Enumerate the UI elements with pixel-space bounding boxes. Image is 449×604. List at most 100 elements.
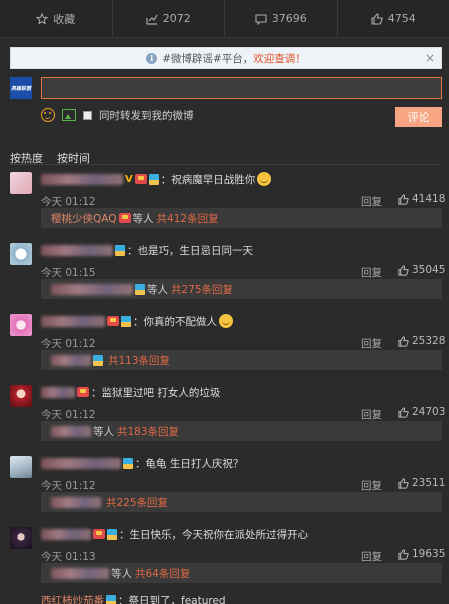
reply-button[interactable]: 回复 (361, 549, 382, 564)
reply-button[interactable]: 回复 (361, 265, 382, 280)
smile-emoji-icon (219, 314, 233, 328)
list-item: ：你真的不配做人 今天 01:12 回复 25328 共113条回复 (0, 308, 449, 375)
comment-like-button[interactable]: 25328 (398, 335, 445, 347)
thumbs-up-icon (398, 548, 409, 560)
avatar[interactable] (10, 385, 32, 407)
comment-text: ：祭日到了，featured (118, 595, 226, 604)
comment-like-button[interactable]: 23511 (398, 477, 445, 489)
comment-text: ：你真的不配做人 (133, 315, 217, 328)
favorite-button[interactable]: 收藏 (0, 0, 113, 37)
sub-reply-summary[interactable]: 共225条回复 (41, 492, 442, 512)
like-button[interactable]: 4754 (338, 0, 449, 37)
reply-button[interactable]: 回复 (361, 478, 382, 493)
comment-text: ：祝病魔早日战胜你 (160, 173, 256, 186)
list-item: ：也是巧，生日忌日同一天 今天 01:15 回复 35045 等人 共275条回… (0, 237, 449, 304)
verified-icon: V (125, 173, 133, 185)
list-item: ：监狱里过吧 打女人的垃圾 今天 01:12 回复 24703 等人 共183条… (0, 379, 449, 446)
username[interactable]: 西红柿炒茄番 (41, 593, 104, 604)
comment-button[interactable]: 37696 (225, 0, 338, 37)
reply-button[interactable]: 回复 (361, 336, 382, 351)
comment-like-button[interactable]: 24703 (398, 406, 445, 418)
list-item: ：生日快乐，今天祝你在派处所过得开心 今天 01:13 回复 19635 等人 … (0, 521, 449, 588)
avatar[interactable] (10, 314, 32, 336)
comment-icon (255, 13, 267, 25)
sub-reply-summary[interactable]: 樱桃少侠QAQ 等人 共412条回复 (41, 208, 442, 228)
username[interactable] (41, 528, 91, 540)
avatar[interactable] (10, 243, 32, 265)
sub-reply-text: 等人 (147, 283, 168, 296)
sub-reply-user[interactable] (51, 283, 133, 295)
favorite-label: 收藏 (53, 12, 76, 26)
comment-like-count: 25328 (412, 335, 446, 347)
medal-icon (115, 244, 125, 256)
timestamp: 今天 01:12 (41, 409, 96, 421)
medal-icon (121, 315, 131, 327)
username[interactable] (41, 173, 123, 185)
sub-reply-user[interactable] (51, 425, 91, 437)
sub-reply-summary[interactable]: 等人 共64条回复 (41, 563, 442, 583)
avatar[interactable]: 英雄联盟 (10, 77, 32, 99)
rumor-notice: i #微博辟谣#平台，欢迎查调！ × (10, 47, 442, 69)
username[interactable] (41, 315, 105, 327)
timestamp: 今天 01:12 (41, 480, 96, 492)
medal-icon (123, 457, 133, 469)
sub-reply-summary[interactable]: 等人 共183条回复 (41, 421, 442, 441)
thumbs-up-icon (398, 193, 409, 205)
emoji-icon[interactable] (41, 108, 55, 122)
medal-icon (148, 173, 159, 185)
sub-reply-user[interactable]: 樱桃少侠QAQ (51, 211, 117, 226)
smile-emoji-icon (257, 172, 272, 186)
repost-icon (146, 14, 158, 25)
sub-reply-count[interactable]: 共64条回复 (135, 566, 190, 581)
sub-reply-count[interactable]: 共183条回复 (117, 424, 179, 439)
comment-like-button[interactable]: 35045 (398, 264, 445, 276)
sub-reply-user[interactable] (51, 567, 109, 579)
vip-icon (93, 529, 105, 539)
comment-like-count: 23511 (412, 477, 446, 489)
reply-button[interactable]: 回复 (361, 194, 382, 209)
sub-reply-count[interactable]: 共225条回复 (106, 495, 168, 510)
comment-like-button[interactable]: 41418 (398, 193, 445, 205)
comment-input[interactable] (41, 77, 442, 99)
repost-checkbox-label: 同时转发到我的微博 (99, 109, 194, 122)
reply-button[interactable]: 回复 (361, 407, 382, 422)
sub-reply-count[interactable]: 共113条回复 (108, 353, 170, 368)
sub-reply-count[interactable]: 共412条回复 (157, 211, 219, 226)
avatar[interactable] (10, 172, 32, 194)
medal-icon (107, 528, 117, 540)
submit-comment-button[interactable]: 评论 (395, 107, 442, 127)
comment-count: 37696 (271, 12, 307, 25)
medal-icon (106, 595, 116, 604)
notice-text: #微博辟谣#平台，欢迎查调！ (162, 52, 306, 65)
vip-icon (118, 213, 131, 223)
repost-button[interactable]: 2072 (113, 0, 225, 37)
thumbs-up-icon (371, 12, 383, 25)
username[interactable] (41, 244, 113, 256)
username[interactable] (41, 457, 121, 469)
comment-like-count: 41418 (412, 193, 446, 205)
image-icon[interactable] (62, 109, 76, 121)
avatar[interactable] (10, 527, 32, 549)
thumbs-up-icon (398, 477, 409, 489)
sub-reply-count[interactable]: 共275条回复 (171, 282, 233, 297)
star-icon (36, 12, 49, 25)
avatar[interactable] (10, 456, 32, 478)
comment-like-count: 24703 (412, 406, 446, 418)
sub-reply-summary[interactable]: 等人 共275条回复 (41, 279, 442, 299)
comment-like-count: 35045 (412, 264, 446, 276)
sub-reply-text: 等人 (132, 212, 154, 225)
comment-like-button[interactable]: 19635 (398, 548, 445, 560)
divider (10, 164, 442, 165)
avatar-logo-text: 英雄联盟 (10, 85, 31, 92)
list-item: 西红柿炒茄番 ：祭日到了，featured (41, 593, 226, 604)
sub-reply-user[interactable] (51, 496, 101, 508)
sub-reply-user[interactable] (51, 354, 91, 366)
thumbs-up-icon (398, 335, 409, 347)
sub-reply-summary[interactable]: 共113条回复 (41, 350, 442, 370)
repost-checkbox[interactable] (83, 110, 92, 120)
username[interactable] (41, 386, 75, 398)
info-icon: i (146, 52, 158, 64)
timestamp: 今天 01:12 (41, 338, 96, 350)
close-icon[interactable]: × (425, 51, 435, 65)
thumbs-up-icon (398, 406, 409, 418)
